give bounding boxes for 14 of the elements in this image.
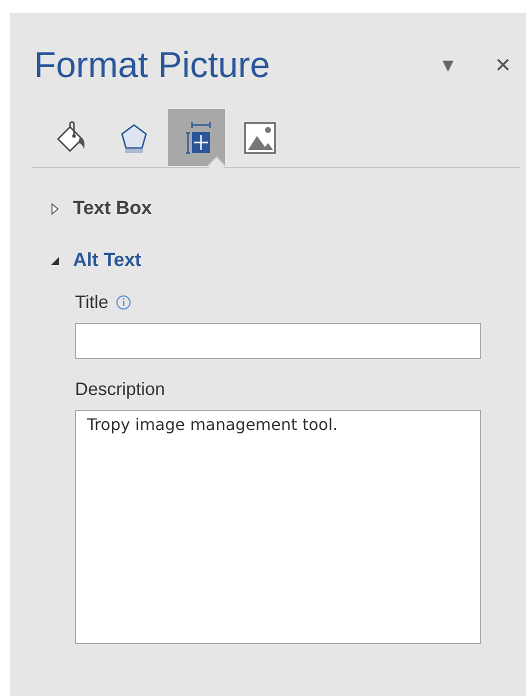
section-header[interactable]: Alt Text [50,250,142,272]
category-tab[interactable] [168,109,225,166]
collapsed-triangle-icon [50,203,60,215]
field-label: Description [75,379,166,400]
field-label: Title [75,292,108,313]
section-header[interactable]: Text Box [50,198,152,220]
expanded-triangle-icon [50,255,60,267]
title-field[interactable] [75,323,481,359]
description-field[interactable]: Tropy image management tool. [75,410,481,644]
pane-menu-button[interactable]: ▾ [430,52,466,78]
info-icon[interactable] [116,295,132,310]
pane-title: Format Picture [34,44,272,86]
image-icon [242,120,276,154]
close-button[interactable]: ✕ [488,53,518,77]
